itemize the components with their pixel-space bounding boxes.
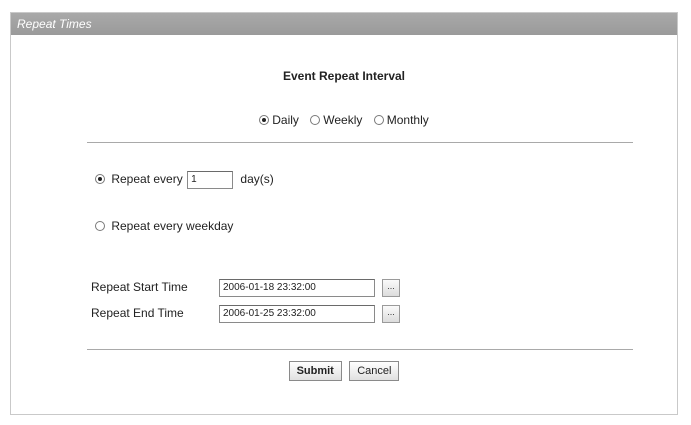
- repeat-weekday-radio[interactable]: [95, 221, 105, 231]
- interval-options: Daily Weekly Monthly: [11, 113, 677, 127]
- repeat-every-label: Repeat every: [111, 172, 183, 187]
- repeat-every-row: Repeat every 1 day(s): [95, 171, 274, 189]
- daily-label: Daily: [272, 113, 299, 127]
- submit-button[interactable]: Submit: [288, 361, 342, 381]
- repeat-interval-input[interactable]: 1: [187, 171, 234, 189]
- repeat-every-radio[interactable]: [95, 174, 105, 185]
- end-time-input[interactable]: 2006-01-25 23:32:00: [219, 305, 375, 323]
- daily-radio[interactable]: [259, 115, 270, 125]
- panel-title: Repeat Times: [11, 13, 677, 35]
- weekly-label: Weekly: [323, 113, 363, 127]
- divider-bottom: [87, 349, 633, 350]
- cancel-button[interactable]: Cancel: [349, 361, 400, 381]
- divider-top: [87, 142, 633, 143]
- end-time-picker-button[interactable]: ...: [382, 305, 400, 323]
- end-time-label: Repeat End Time: [91, 306, 184, 321]
- monthly-option[interactable]: Monthly: [373, 113, 429, 127]
- start-time-input[interactable]: 2006-01-18 23:32:00: [219, 279, 375, 297]
- interval-heading: Event Repeat Interval: [282, 69, 406, 83]
- weekly-radio[interactable]: [310, 115, 321, 125]
- weekly-option[interactable]: Weekly: [310, 113, 362, 127]
- form-actions: Submit Cancel: [11, 361, 677, 381]
- daily-option[interactable]: Daily: [259, 113, 299, 127]
- end-time-row: Repeat End Time 2006-01-25 23:32:00...: [91, 305, 400, 323]
- monthly-radio[interactable]: [373, 115, 384, 125]
- repeat-weekday-label: Repeat every weekday: [111, 219, 234, 233]
- start-time-row: Repeat Start Time 2006-01-18 23:32:00...: [91, 279, 400, 297]
- monthly-label: Monthly: [386, 113, 429, 127]
- start-time-label: Repeat Start Time: [91, 280, 188, 295]
- repeat-times-panel: Repeat Times Event Repeat Interval Daily…: [10, 12, 678, 415]
- repeat-unit-label: day(s): [240, 172, 274, 187]
- repeat-weekday-row: Repeat every weekday: [95, 219, 233, 233]
- start-time-picker-button[interactable]: ...: [382, 279, 400, 297]
